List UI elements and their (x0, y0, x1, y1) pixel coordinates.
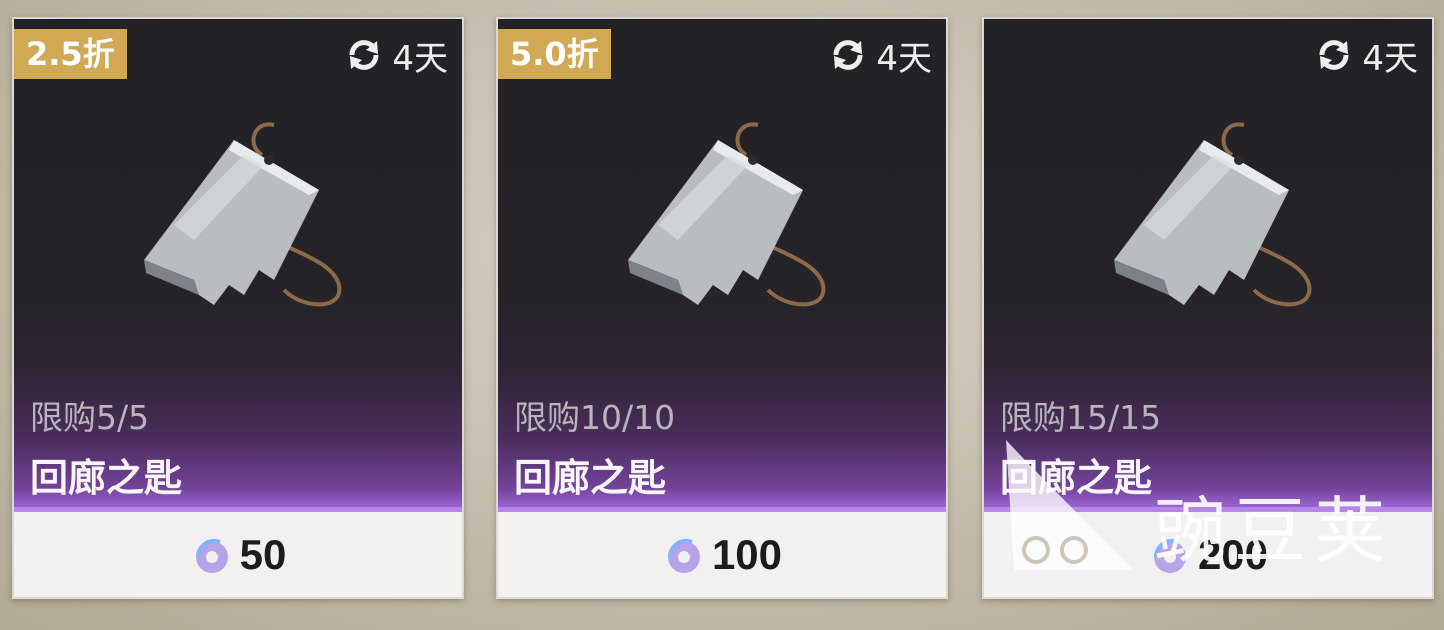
corridor-key-icon (628, 122, 826, 307)
corridor-key-icon (144, 122, 342, 307)
refresh-timer: 4天 (344, 33, 448, 79)
refresh-timer: 4天 (828, 33, 932, 79)
item-name: 回廊之匙 (514, 455, 667, 500)
price-button[interactable]: 50 (14, 512, 462, 597)
refresh-icon (833, 40, 863, 70)
refresh-timer: 4天 (1314, 33, 1418, 79)
refresh-days: 4天 (1362, 38, 1418, 79)
price-amount: 50 (239, 530, 287, 578)
corridor-key-icon (1114, 122, 1312, 307)
price-button[interactable]: 100 (498, 512, 946, 597)
watermark: 豌豆荚 (994, 430, 1414, 590)
item-name: 回廊之匙 (30, 455, 183, 500)
refresh-icon (1319, 40, 1349, 70)
price-amount: 100 (711, 530, 783, 578)
watermark-text: 豌豆荚 (1154, 489, 1395, 573)
currency-icon (195, 538, 228, 573)
refresh-days: 4天 (392, 38, 448, 79)
purchase-limit: 限购5/5 (30, 398, 150, 437)
purchase-limit: 限购10/10 (514, 398, 676, 437)
shop-item-card[interactable]: 2.5折 4天 限购5/5 回廊之匙 50 (12, 17, 464, 599)
item-display: 5.0折 4天 限购10/10 回廊之匙 (498, 19, 946, 507)
watermark-logo-icon (1006, 440, 1134, 570)
item-display: 2.5折 4天 限购5/5 回廊之匙 (14, 19, 462, 507)
refresh-icon (349, 40, 379, 70)
discount-badge: 2.5折 (14, 29, 127, 79)
refresh-days: 4天 (876, 38, 932, 79)
shop-item-card[interactable]: 5.0折 4天 限购10/10 回廊之匙 100 (496, 17, 948, 599)
discount-badge: 5.0折 (498, 29, 611, 79)
currency-icon (667, 538, 700, 573)
